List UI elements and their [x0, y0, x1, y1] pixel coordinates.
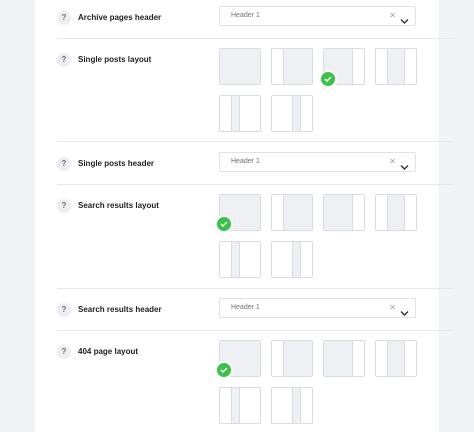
archive-header-select[interactable]: Header 1 ✕: [219, 6, 416, 26]
layout-option-right-sidebar[interactable]: [271, 48, 313, 85]
layout-option-left-sidebar-narrow[interactable]: [219, 95, 261, 132]
clear-icon[interactable]: ✕: [389, 11, 396, 21]
layout-option-left-sidebar-narrow[interactable]: [219, 387, 261, 424]
error-layout-label: 404 page layout: [78, 347, 139, 356]
single-header-select[interactable]: Header 1 ✕: [219, 152, 416, 172]
help-icon[interactable]: ?: [57, 11, 71, 25]
settings-panel: ? Archive pages header Header 1 ✕ ? Sing…: [35, 0, 452, 432]
select-value: Header 1: [231, 12, 260, 19]
layout-option-right-sidebar-narrow[interactable]: [271, 387, 313, 424]
chevron-down-icon[interactable]: [400, 304, 409, 322]
divider: [57, 141, 452, 142]
help-icon[interactable]: ?: [57, 53, 71, 67]
single-header-label: Single posts header: [78, 159, 155, 168]
search-header-select[interactable]: Header 1 ✕: [219, 298, 416, 318]
divider: [57, 184, 452, 185]
search-header-label: Search results header: [78, 305, 162, 314]
help-icon[interactable]: ?: [57, 303, 71, 317]
layout-option-both-sidebars[interactable]: [375, 48, 417, 85]
divider: [57, 288, 452, 289]
single-layout-label: Single posts layout: [78, 55, 152, 64]
archive-header-label: Archive pages header: [78, 13, 162, 22]
check-icon: [217, 363, 231, 377]
divider: [57, 330, 452, 331]
chevron-down-icon[interactable]: [400, 12, 409, 30]
layout-option-right-sidebar-narrow[interactable]: [271, 95, 313, 132]
layout-option-full-width[interactable]: [219, 48, 261, 85]
check-icon: [217, 217, 231, 231]
layout-option-right-sidebar-narrow[interactable]: [271, 241, 313, 278]
help-icon[interactable]: ?: [57, 199, 71, 213]
check-icon: [321, 72, 335, 86]
help-icon[interactable]: ?: [57, 157, 71, 171]
layout-option-both-sidebars[interactable]: [375, 194, 417, 231]
layout-option-left-sidebar[interactable]: [323, 340, 365, 377]
layout-option-both-sidebars[interactable]: [375, 340, 417, 377]
help-icon[interactable]: ?: [57, 345, 71, 359]
divider: [57, 38, 452, 39]
layout-option-left-sidebar-narrow[interactable]: [219, 241, 261, 278]
select-value: Header 1: [231, 158, 260, 165]
layout-option-left-sidebar[interactable]: [323, 194, 365, 231]
layout-option-right-sidebar[interactable]: [271, 340, 313, 377]
select-value: Header 1: [231, 304, 260, 311]
layout-option-right-sidebar[interactable]: [271, 194, 313, 231]
search-layout-label: Search results layout: [78, 201, 159, 210]
chevron-down-icon[interactable]: [400, 158, 409, 176]
clear-icon[interactable]: ✕: [389, 303, 396, 313]
clear-icon[interactable]: ✕: [389, 157, 396, 167]
